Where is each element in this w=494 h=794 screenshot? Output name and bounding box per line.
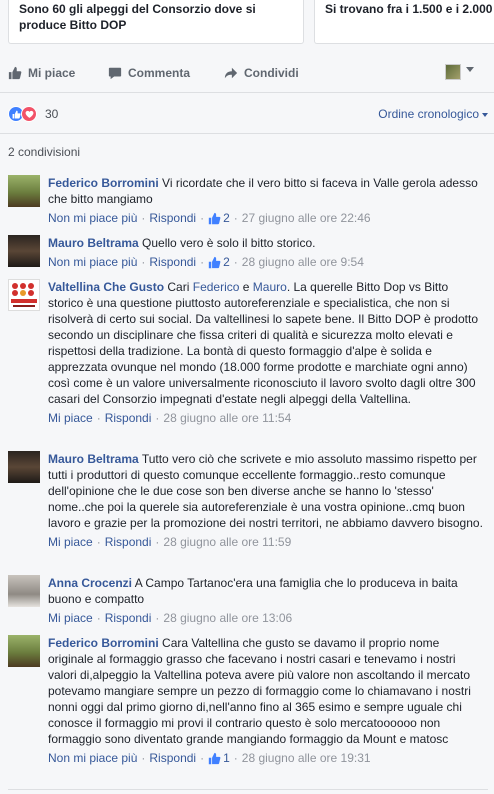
comment-author[interactable]: Mauro Beltrama — [48, 236, 139, 250]
thumbs-up-icon — [8, 66, 22, 80]
thumbs-up-icon — [208, 256, 221, 268]
comment-meta: Mi piace · Rispondi · 28 giugno alle ore 1… — [48, 534, 292, 550]
share-arrow-icon — [224, 67, 238, 79]
reply-link[interactable]: Rispondi — [149, 210, 196, 226]
shares-count-link[interactable]: 2 condivisioni — [8, 145, 80, 159]
like-count-value: 1 — [223, 751, 230, 765]
comment-author[interactable]: Anna Crocenzi — [48, 576, 132, 590]
comment-text-block: Anna Crocenzi A Campo Tartanoc'era una f… — [48, 575, 486, 607]
like-link[interactable]: Mi piace — [48, 410, 93, 426]
avatar[interactable] — [8, 175, 40, 207]
comment-text: Quello vero è solo il bitto storico. — [142, 236, 316, 250]
comment-meta: Mi piace · Rispondi · 28 giugno alle ore 1… — [48, 410, 292, 426]
comment-text: Cara Valtellina che gusto se davamo il p… — [48, 636, 471, 746]
mention-link[interactable]: Federico — [193, 280, 240, 294]
post-as-avatar[interactable] — [445, 64, 461, 80]
comment-meta: Non mi piace più · Rispondi · 2 · 27 giugno… — [48, 210, 371, 226]
divider — [0, 92, 494, 93]
comment-text-pre: Cari — [167, 280, 190, 294]
sort-order-dropdown[interactable]: Ordine cronologico — [378, 107, 488, 121]
comment-like-count[interactable]: 2 — [208, 210, 230, 226]
comment-meta: Non mi piace più · Rispondi · 1 · 28 giugno… — [48, 750, 371, 766]
like-button-label: Mi piace — [28, 66, 76, 80]
like-button[interactable]: Mi piace — [8, 66, 75, 80]
unlike-link[interactable]: Non mi piace più — [48, 750, 137, 766]
like-link[interactable]: Mi piace — [48, 610, 93, 626]
reply-link[interactable]: Rispondi — [105, 410, 152, 426]
like-count-value: 2 — [223, 255, 230, 269]
divider — [0, 133, 494, 134]
shared-card-1-title: Sono 60 gli alpeggi del Consorzio dove s… — [19, 2, 256, 32]
reply-link[interactable]: Rispondi — [105, 610, 152, 626]
comment-text-block: Mauro Beltrama Tutto vero ciò che scrive… — [48, 451, 486, 531]
like-count-value: 2 — [223, 211, 230, 225]
comment-text: . La querelle Bitto Dop vs Bitto storico… — [48, 280, 478, 406]
comment-author[interactable]: Federico Borromini — [48, 636, 159, 650]
like-link[interactable]: Mi piace — [48, 534, 93, 550]
comment-meta: Mi piace · Rispondi · 28 giugno alle ore 1… — [48, 610, 293, 626]
divider — [8, 789, 488, 790]
reply-link[interactable]: Rispondi — [149, 750, 196, 766]
unlike-link[interactable]: Non mi piace più — [48, 254, 137, 270]
reply-link[interactable]: Rispondi — [149, 254, 196, 270]
comment-timestamp[interactable]: 28 giugno alle ore 9:54 — [242, 254, 364, 270]
thumbs-up-icon — [208, 212, 221, 224]
sort-order-label: Ordine cronologico — [378, 107, 479, 121]
mention-link[interactable]: Mauro — [253, 280, 287, 294]
shared-card-2[interactable]: Si trovano fra i 1.500 e i 2.000 — [314, 0, 494, 44]
comment-meta: Non mi piace più · Rispondi · 2 · 28 giugno… — [48, 254, 364, 270]
shared-card-2-title: Si trovano fra i 1.500 e i 2.000 — [325, 2, 493, 16]
comment-timestamp[interactable]: 27 giugno alle ore 22:46 — [242, 210, 371, 226]
chevron-down-icon[interactable] — [466, 67, 474, 72]
unlike-link[interactable]: Non mi piace più — [48, 210, 137, 226]
shared-card-1[interactable]: Sono 60 gli alpeggi del Consorzio dove s… — [8, 0, 304, 44]
comment-text-block: Mauro Beltrama Quello vero è solo il bit… — [48, 235, 486, 251]
avatar[interactable] — [8, 635, 40, 667]
avatar[interactable] — [8, 575, 40, 607]
reaction-count[interactable]: 30 — [45, 107, 58, 121]
reaction-icons[interactable] — [8, 106, 37, 122]
thumbs-up-icon — [208, 752, 221, 764]
reply-link[interactable]: Rispondi — [105, 534, 152, 550]
share-button[interactable]: Condividi — [224, 66, 299, 80]
comment-timestamp[interactable]: 28 giugno alle ore 13:06 — [163, 610, 292, 626]
avatar[interactable] — [8, 279, 40, 311]
speech-bubble-icon — [108, 67, 122, 80]
reactions-bar: 30 Ordine cronologico — [8, 104, 488, 124]
comment-like-count[interactable]: 1 — [208, 750, 230, 766]
comment-timestamp[interactable]: 28 giugno alle ore 11:59 — [163, 534, 291, 550]
comment-timestamp[interactable]: 28 giugno alle ore 11:54 — [163, 410, 291, 426]
comment-button[interactable]: Commenta — [108, 66, 190, 80]
heart-icon — [21, 106, 37, 122]
comment-text-mid: e — [242, 280, 250, 294]
comment-button-label: Commenta — [128, 66, 191, 80]
facebook-post-comments: Sono 60 gli alpeggi del Consorzio dove s… — [0, 0, 494, 794]
share-button-label: Condividi — [244, 66, 299, 80]
valtellina-logo-icon — [11, 283, 37, 307]
comment-author[interactable]: Mauro Beltrama — [48, 452, 139, 466]
comment-text-block: Federico Borromini Vi ricordate che il v… — [48, 175, 486, 207]
shared-cards-strip: Sono 60 gli alpeggi del Consorzio dove s… — [0, 0, 494, 48]
comment-like-count[interactable]: 2 — [208, 254, 230, 270]
avatar[interactable] — [8, 451, 40, 483]
post-action-bar: Mi piace Commenta Condividi — [0, 60, 494, 90]
comment-text-block: Valtellina Che Gusto Cari Federico e Mau… — [48, 279, 486, 407]
chevron-down-icon — [482, 112, 488, 117]
comment-text-block: Federico Borromini Cara Valtellina che g… — [48, 635, 486, 747]
avatar[interactable] — [8, 235, 40, 267]
comment-timestamp[interactable]: 28 giugno alle ore 19:31 — [242, 750, 371, 766]
comment-author[interactable]: Valtellina Che Gusto — [48, 280, 164, 294]
comment-author[interactable]: Federico Borromini — [48, 176, 159, 190]
